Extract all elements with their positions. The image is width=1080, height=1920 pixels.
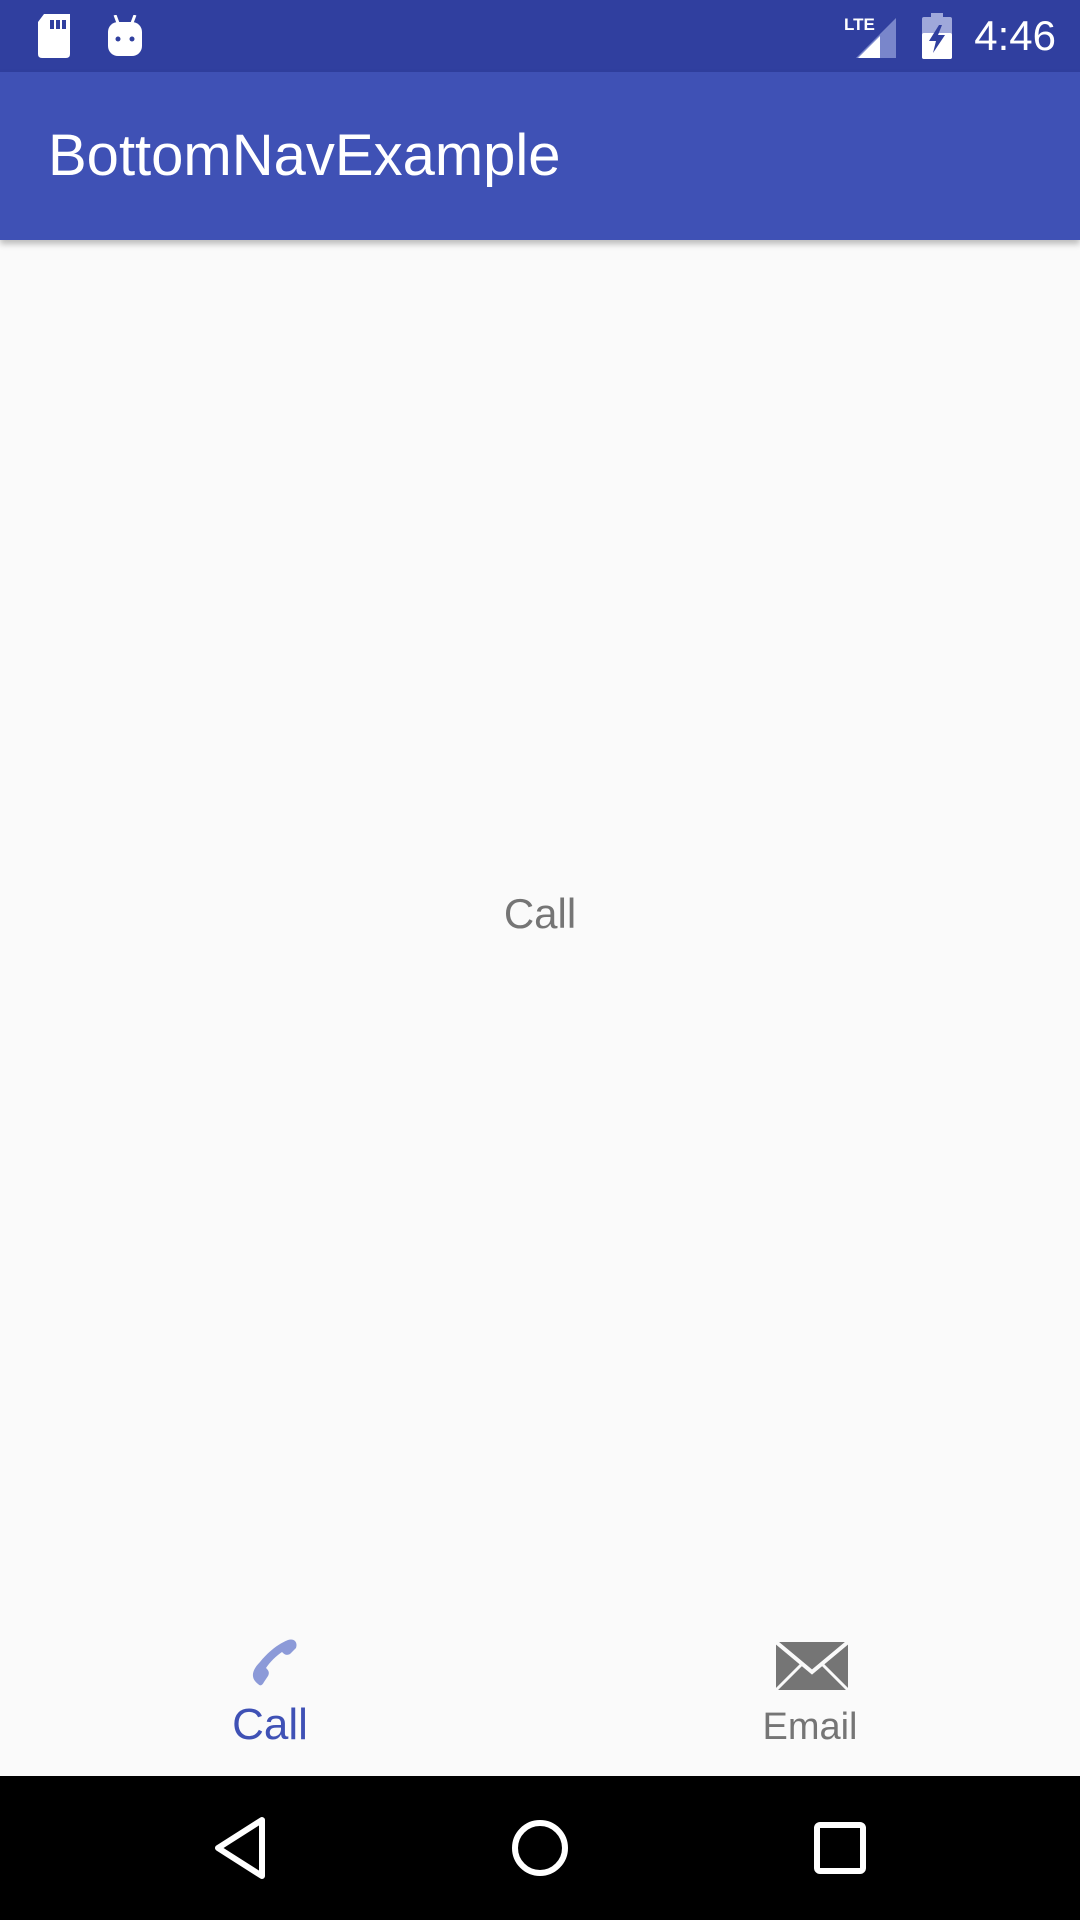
system-navigation-bar (0, 1776, 1080, 1920)
recents-icon[interactable] (800, 1812, 880, 1884)
screen: LTE 4:46 BottomNavExample Call Call Emai… (0, 0, 1080, 1920)
bottom-nav-item-email[interactable]: Email (540, 1610, 1080, 1776)
app-bar: BottomNavExample (0, 72, 1080, 240)
android-debug-icon (106, 15, 144, 57)
main-content: Call (0, 240, 1080, 1610)
bottom-nav-label-email: Email (762, 1706, 858, 1748)
phone-icon (230, 1634, 310, 1694)
battery-charging-icon (922, 13, 953, 59)
app-title: BottomNavExample (48, 123, 561, 188)
status-bar: LTE 4:46 (0, 0, 1080, 72)
status-time: 4:46 (974, 12, 1056, 59)
email-icon (770, 1634, 850, 1694)
content-label: Call (503, 890, 577, 937)
home-icon[interactable] (500, 1812, 580, 1884)
sd-card-icon (36, 14, 72, 58)
status-notifications (36, 14, 144, 58)
lte-signal-icon: LTE (844, 14, 900, 58)
bottom-nav-item-call[interactable]: Call (0, 1610, 540, 1776)
back-icon[interactable] (200, 1812, 280, 1884)
bottom-navigation: Call Email (0, 1610, 1080, 1776)
bottom-nav-label-call: Call (232, 1700, 308, 1749)
status-system: LTE 4:46 (844, 0, 1056, 72)
lte-text: LTE (844, 15, 875, 34)
